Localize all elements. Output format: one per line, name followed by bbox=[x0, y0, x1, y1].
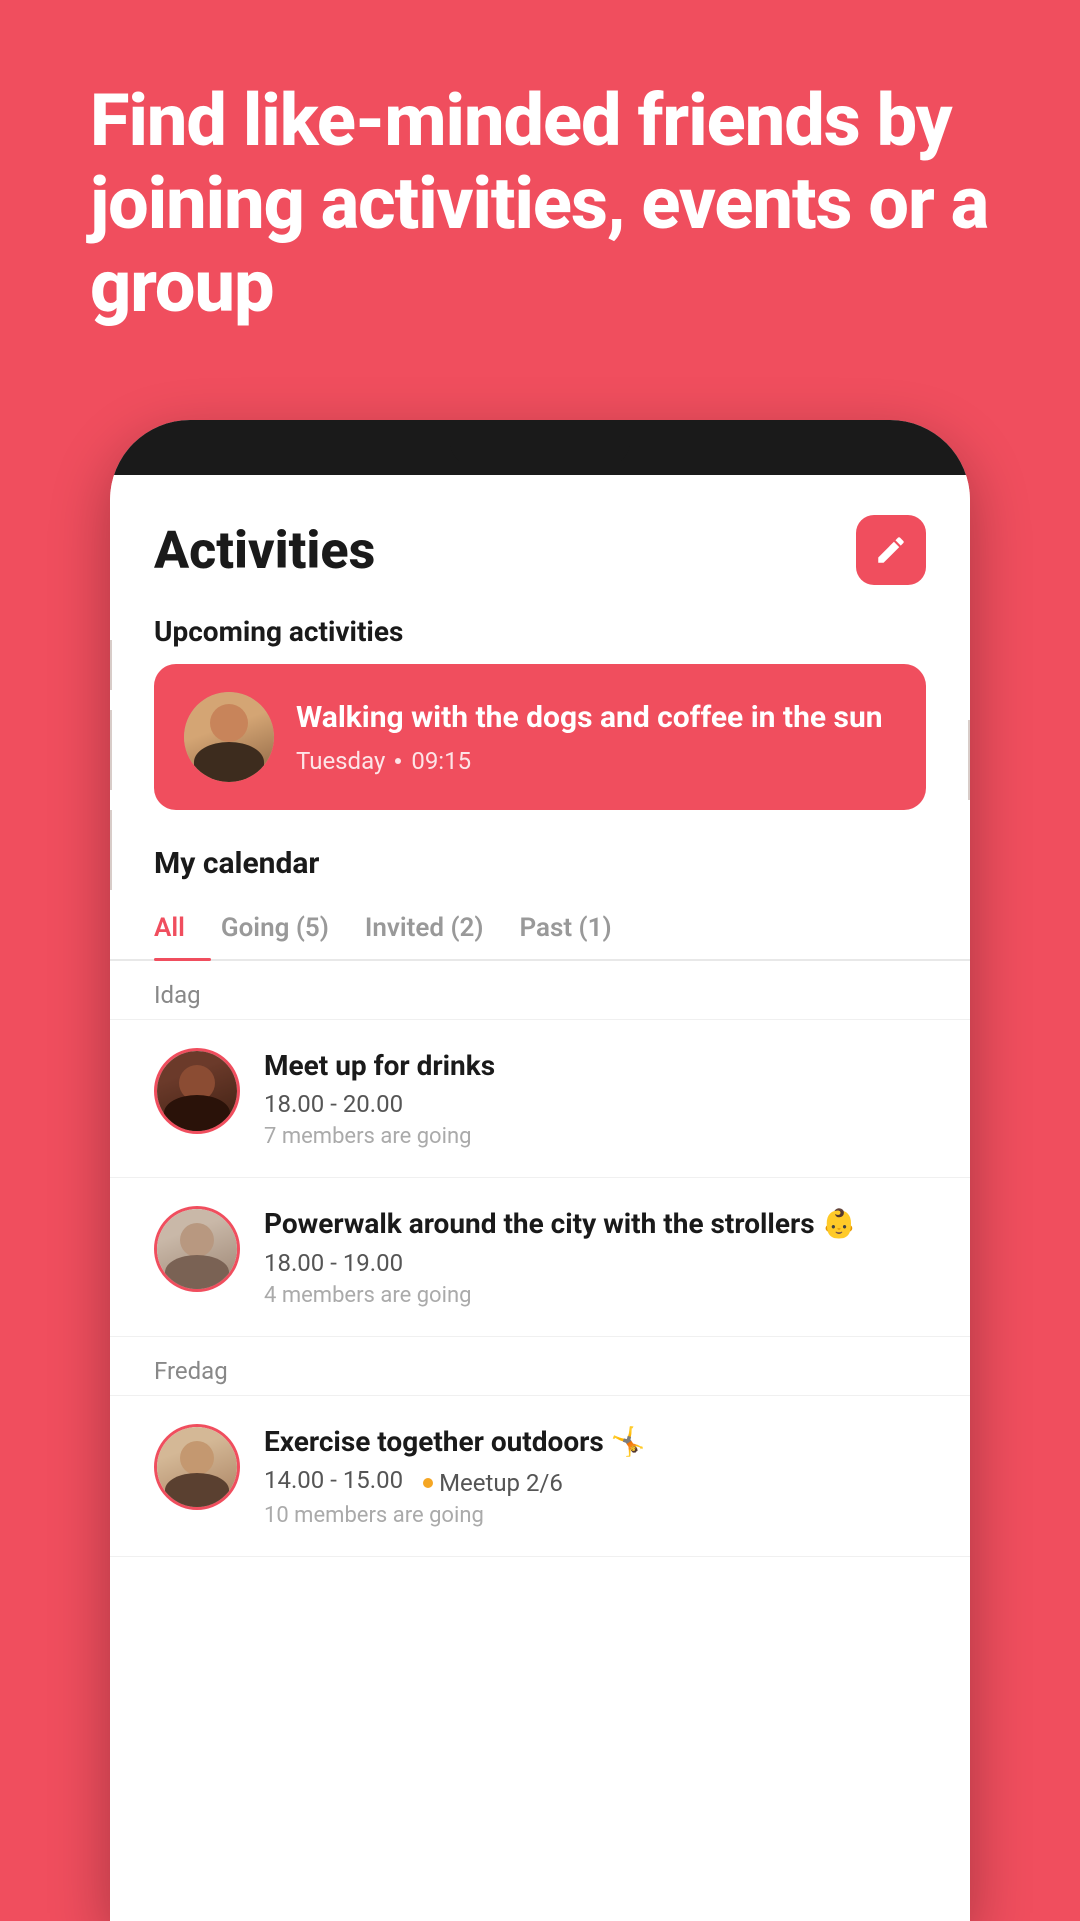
meta-dot bbox=[395, 758, 401, 764]
side-button-power bbox=[968, 720, 970, 800]
orange-dot-exercise bbox=[423, 1478, 433, 1488]
day-group-today: Idag bbox=[110, 961, 970, 1020]
tab-all[interactable]: All bbox=[154, 901, 211, 959]
activity-time-powerwalk: 18.00 - 19.00 bbox=[264, 1249, 926, 1277]
avatar-image-dark bbox=[157, 1051, 237, 1131]
app-title: Activities bbox=[154, 520, 375, 581]
hero-section: Find like-minded friends by joining acti… bbox=[90, 80, 990, 328]
calendar-label: My calendar bbox=[110, 846, 970, 901]
members-count-exercise: 10 members are going bbox=[264, 1503, 484, 1528]
upcoming-label: Upcoming activities bbox=[110, 605, 970, 664]
add-activity-button[interactable] bbox=[856, 515, 926, 585]
featured-info: Walking with the dogs and coffee in the … bbox=[296, 699, 896, 775]
activity-avatar-exercise bbox=[154, 1424, 240, 1510]
avatar-image-young bbox=[157, 1427, 237, 1507]
activity-item-drinks[interactable]: Meet up for drinks 18.00 - 20.00 7 membe… bbox=[110, 1020, 970, 1178]
featured-time: 09:15 bbox=[411, 747, 471, 775]
activity-info-drinks: Meet up for drinks 18.00 - 20.00 7 membe… bbox=[264, 1048, 926, 1149]
hero-headline: Find like-minded friends by joining acti… bbox=[90, 80, 990, 328]
phone-notch bbox=[450, 430, 630, 466]
app-header: Activities bbox=[110, 475, 970, 605]
compose-icon bbox=[874, 533, 908, 567]
avatar-image-light bbox=[157, 1209, 237, 1289]
tab-past[interactable]: Past (1) bbox=[519, 901, 637, 959]
phone-screen: Activities Upcoming activities Walking w… bbox=[110, 475, 970, 1921]
side-button-vol-down bbox=[110, 810, 112, 890]
featured-activity-title: Walking with the dogs and coffee in the … bbox=[296, 699, 896, 737]
side-button-vol-up bbox=[110, 710, 112, 790]
members-count-drinks: 7 members are going bbox=[264, 1124, 471, 1149]
featured-avatar bbox=[184, 692, 274, 782]
side-button-mute bbox=[110, 640, 112, 690]
tab-invited[interactable]: Invited (2) bbox=[365, 901, 510, 959]
tab-going[interactable]: Going (5) bbox=[221, 901, 355, 959]
phone-mockup: Activities Upcoming activities Walking w… bbox=[110, 420, 970, 1921]
activity-name-drinks: Meet up for drinks bbox=[264, 1048, 926, 1084]
activity-avatar-powerwalk bbox=[154, 1206, 240, 1292]
activity-members-exercise: 10 members are going bbox=[264, 1503, 926, 1528]
phone-notch-bar bbox=[110, 420, 970, 475]
activity-item-powerwalk[interactable]: Powerwalk around the city with the strol… bbox=[110, 1178, 970, 1336]
activity-name-exercise: Exercise together outdoors 🤸 bbox=[264, 1424, 926, 1460]
members-count-powerwalk: 4 members are going bbox=[264, 1283, 471, 1308]
featured-day: Tuesday bbox=[296, 747, 385, 775]
activity-avatar-drinks bbox=[154, 1048, 240, 1134]
activity-info-exercise: Exercise together outdoors 🤸 14.00 - 15.… bbox=[264, 1424, 926, 1528]
meetup-tag-exercise: Meetup 2/6 bbox=[439, 1469, 563, 1497]
activity-info-powerwalk: Powerwalk around the city with the strol… bbox=[264, 1206, 926, 1307]
activity-name-powerwalk: Powerwalk around the city with the strol… bbox=[264, 1206, 926, 1242]
activity-members-powerwalk: 4 members are going bbox=[264, 1283, 926, 1308]
day-group-friday: Fredag bbox=[110, 1337, 970, 1396]
featured-activity-meta: Tuesday 09:15 bbox=[296, 747, 896, 775]
featured-activity-card[interactable]: Walking with the dogs and coffee in the … bbox=[154, 664, 926, 810]
bottom-fade bbox=[110, 1841, 970, 1921]
activity-time-exercise: 14.00 - 15.00 Meetup 2/6 bbox=[264, 1466, 926, 1497]
activity-members-drinks: 7 members are going bbox=[264, 1124, 926, 1149]
activity-time-drinks: 18.00 - 20.00 bbox=[264, 1090, 926, 1118]
calendar-tabs: All Going (5) Invited (2) Past (1) bbox=[110, 901, 970, 961]
avatar-image-1 bbox=[184, 692, 274, 782]
activity-item-exercise[interactable]: Exercise together outdoors 🤸 14.00 - 15.… bbox=[110, 1396, 970, 1557]
